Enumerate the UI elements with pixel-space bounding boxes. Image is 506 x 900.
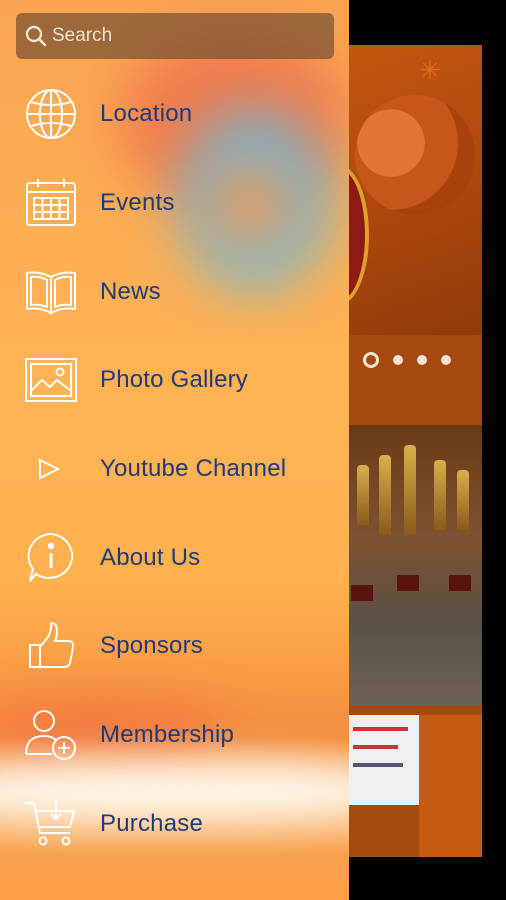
menu-item-label: Location xyxy=(100,100,193,128)
trophy-base-shape xyxy=(449,575,471,591)
poster-line xyxy=(353,727,408,731)
header-banner-image: ✳ xyxy=(349,45,482,335)
carousel-dot[interactable] xyxy=(417,355,427,365)
menu-item-label: News xyxy=(100,277,161,305)
background-content-card[interactable]: ✳ xyxy=(349,45,482,857)
cart-icon xyxy=(0,780,100,868)
trophy-shape xyxy=(357,465,369,525)
trophy-base-shape xyxy=(397,575,419,591)
menu-item-events[interactable]: Events xyxy=(0,159,349,248)
menu-item-purchase[interactable]: Purchase xyxy=(0,780,349,869)
carousel-dot[interactable] xyxy=(393,355,403,365)
side-drawer: Location Events xyxy=(0,0,349,900)
calendar-icon xyxy=(0,159,100,247)
search-bar[interactable] xyxy=(16,13,334,59)
poster-line xyxy=(353,763,403,767)
book-icon xyxy=(0,248,100,336)
menu-item-membership[interactable]: Membership xyxy=(0,691,349,780)
carousel-dot-active[interactable] xyxy=(363,352,379,368)
menu-item-label: Events xyxy=(100,189,175,217)
background-app: ✳ xyxy=(349,0,506,900)
menu-list: Location Events News Photo Gallery Youtu… xyxy=(0,70,349,868)
search-input[interactable] xyxy=(52,25,322,47)
menu-item-youtube-channel[interactable]: Youtube Channel xyxy=(0,425,349,514)
trophy-shape xyxy=(434,460,446,530)
menu-item-news[interactable]: News xyxy=(0,247,349,336)
image-icon xyxy=(0,336,100,424)
info-icon xyxy=(0,514,100,602)
star-icon: ✳ xyxy=(419,55,441,85)
trophy-shape xyxy=(379,455,391,535)
trophy-shape xyxy=(404,445,416,535)
canada-flag-graphic xyxy=(355,95,475,215)
carousel-dot[interactable] xyxy=(441,355,451,365)
trophy-base-shape xyxy=(351,585,373,601)
menu-item-label: Youtube Channel xyxy=(100,455,287,483)
decorative-strip xyxy=(419,715,482,857)
trophies-photo xyxy=(349,425,482,705)
menu-item-about-us[interactable]: About Us xyxy=(0,513,349,602)
thumbs-up-icon xyxy=(0,602,100,690)
play-icon xyxy=(0,425,100,513)
menu-item-label: Membership xyxy=(100,721,235,749)
add-user-icon xyxy=(0,691,100,779)
menu-item-label: Sponsors xyxy=(100,632,203,660)
menu-item-sponsors[interactable]: Sponsors xyxy=(0,602,349,691)
menu-item-photo-gallery[interactable]: Photo Gallery xyxy=(0,336,349,425)
carousel-indicator[interactable] xyxy=(349,345,482,375)
poster-line xyxy=(353,745,398,749)
globe-icon xyxy=(0,70,100,158)
sponsor-poster xyxy=(349,715,419,805)
search-icon xyxy=(24,24,48,48)
menu-item-label: About Us xyxy=(100,543,201,571)
menu-item-label: Purchase xyxy=(100,809,203,837)
menu-item-location[interactable]: Location xyxy=(0,70,349,159)
menu-item-label: Photo Gallery xyxy=(100,366,249,394)
trophy-shape xyxy=(457,470,469,530)
